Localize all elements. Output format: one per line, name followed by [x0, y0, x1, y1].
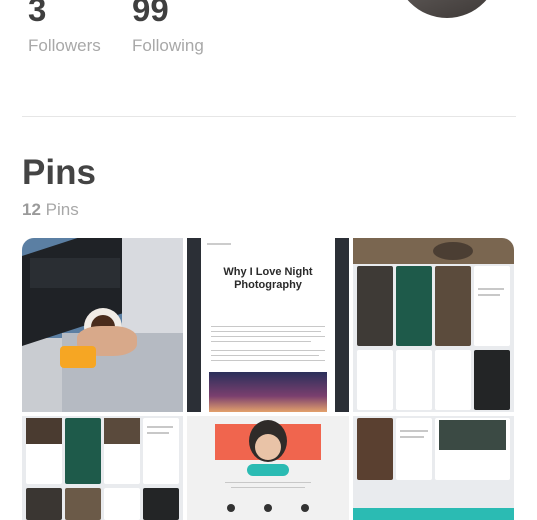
pin-count-number: 12 — [22, 200, 41, 219]
pin-count-label: Pins — [45, 200, 79, 219]
divider — [22, 116, 516, 117]
pin-coffee-laptop[interactable] — [22, 238, 183, 412]
pin-profile-landing[interactable] — [187, 416, 349, 520]
pin-app-screens-1[interactable] — [353, 238, 514, 412]
avatar[interactable] — [395, 0, 499, 18]
pin-app-screens-3[interactable] — [353, 416, 514, 520]
pins-title: Pins — [22, 153, 96, 192]
article-title: Why I Love Night Photography — [223, 266, 313, 291]
following-count[interactable]: 99 — [132, 0, 169, 26]
pins-grid: Why I Love Night Photography — [22, 238, 514, 520]
pin-app-screens-2[interactable] — [22, 416, 183, 520]
following-label[interactable]: Following — [132, 36, 204, 56]
followers-count[interactable]: 3 — [28, 0, 46, 26]
pin-night-photography[interactable]: Why I Love Night Photography — [187, 238, 349, 412]
pin-count: 12 Pins — [22, 200, 79, 220]
followers-label[interactable]: Followers — [28, 36, 101, 56]
